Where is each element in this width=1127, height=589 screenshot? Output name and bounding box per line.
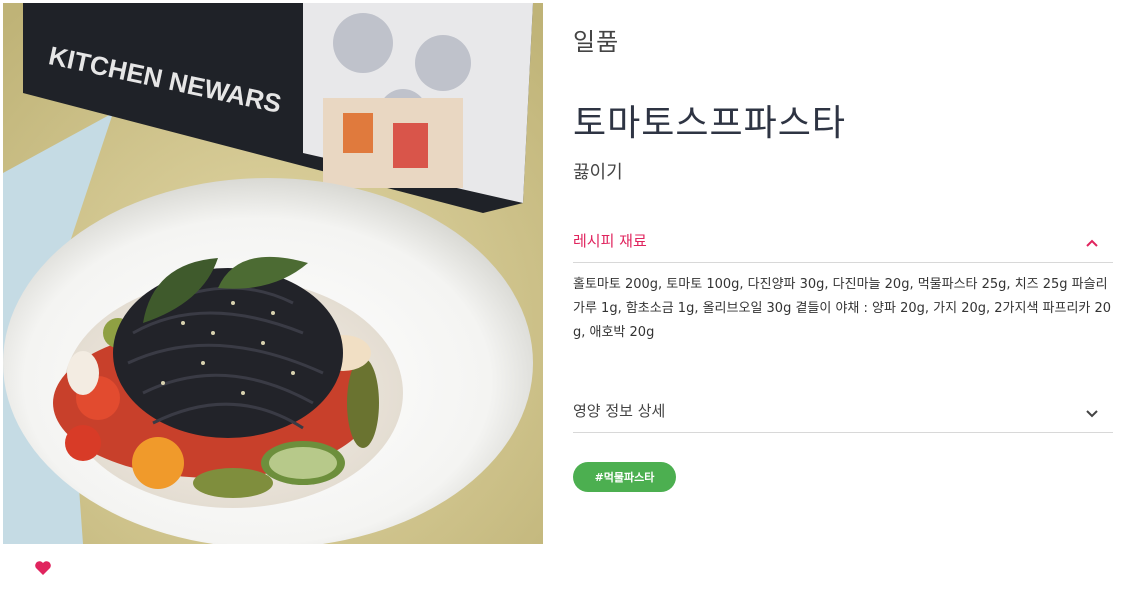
- nutrition-accordion-header[interactable]: 영양 정보 상세: [573, 400, 1113, 433]
- recipe-category: 일품: [573, 28, 620, 56]
- tag-chip[interactable]: #먹물파스타: [573, 462, 676, 492]
- recipe-title: 토마토스프파스타: [573, 103, 846, 144]
- cooking-method: 끓이기: [573, 162, 623, 183]
- ingredients-text: 홀토마토 200g, 토마토 100g, 다진양파 30g, 다진마늘 20g,…: [573, 277, 1112, 340]
- like-button[interactable]: [34, 560, 52, 576]
- ingredients-accordion-header[interactable]: 레시피 재료: [573, 230, 1113, 263]
- chevron-down-icon[interactable]: [1085, 406, 1099, 420]
- heart-icon: [35, 561, 51, 575]
- nutrition-label: 영양 정보 상세: [573, 402, 666, 420]
- ingredients-label: 레시피 재료: [573, 232, 647, 250]
- recipe-photo: KITCHEN NEWARS: [3, 3, 543, 544]
- pasta-dish-image: KITCHEN NEWARS: [3, 3, 543, 544]
- chevron-up-icon[interactable]: [1085, 236, 1099, 250]
